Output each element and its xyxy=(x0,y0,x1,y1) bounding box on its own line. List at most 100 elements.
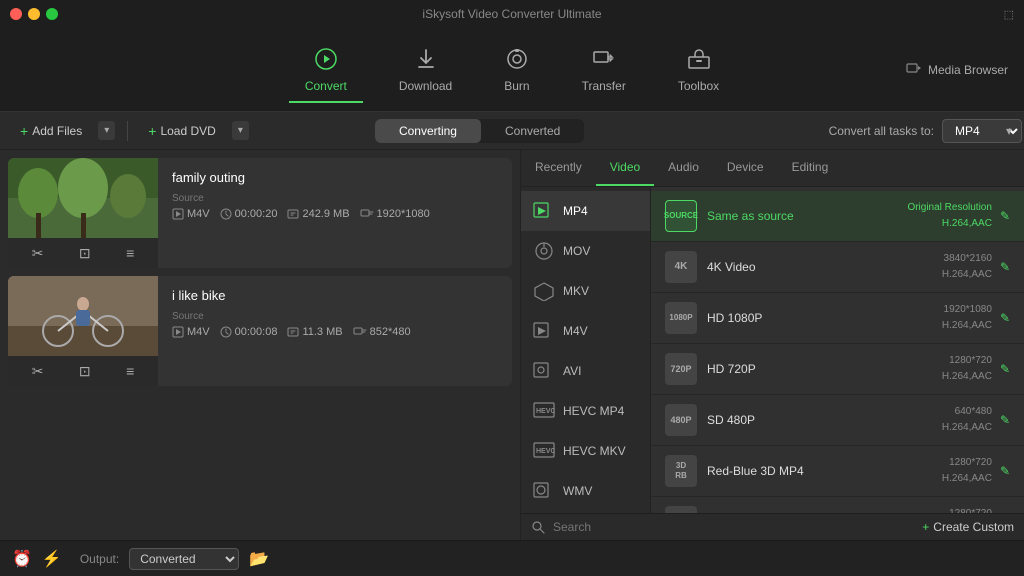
convert-all-label: Convert all tasks to: xyxy=(829,124,934,138)
source-label-2: Source xyxy=(172,311,498,322)
burn-icon xyxy=(505,47,529,75)
format-res-line1-6: 1280*720 xyxy=(942,506,992,513)
video-title-2: i like bike xyxy=(172,288,498,303)
nav-label-burn: Burn xyxy=(504,79,529,93)
format-option-1080p[interactable]: 1080P HD 1080P 1920*1080 H.264,AAC ✎ xyxy=(651,293,1024,344)
format-opt-left-1: 4K 4K Video xyxy=(665,251,756,283)
close-button[interactable] xyxy=(10,8,22,20)
sidebar-mp4[interactable]: MP4 xyxy=(521,191,650,231)
add-files-button[interactable]: + Add Files xyxy=(12,119,90,143)
window-icon-area: ⬚ xyxy=(1004,8,1014,21)
nav-item-convert[interactable]: Convert xyxy=(289,39,363,101)
size-value-2: 11.3 MB xyxy=(302,326,342,338)
format-res-line2-5: H.264,AAC xyxy=(942,471,992,487)
output-select[interactable]: Converted Custom... xyxy=(129,548,239,570)
format-res-line1-1: 3840*2160 xyxy=(942,251,992,267)
sidebar-m4v[interactable]: M4V xyxy=(521,311,650,351)
crop-icon-2[interactable]: ⊡ xyxy=(79,363,91,380)
sidebar-hevc-mp4[interactable]: HEVC HEVC MP4 xyxy=(521,391,650,431)
minimize-button[interactable] xyxy=(28,8,40,20)
maximize-button[interactable] xyxy=(46,8,58,20)
format-option-3d-lr[interactable]: 3DLR Left-Right 3D MP4 1280*720 H.264,AA… xyxy=(651,497,1024,513)
sidebar-mkv-label: MKV xyxy=(563,284,589,298)
sidebar-mkv[interactable]: MKV xyxy=(521,271,650,311)
edit-icon-5[interactable]: ✎ xyxy=(1000,464,1010,478)
format-res-line2-4: H.264,AAC xyxy=(942,420,992,436)
output-label: Output: xyxy=(80,552,119,566)
format-opt-name-2: HD 1080P xyxy=(707,311,762,325)
edit-icon-2[interactable]: ✎ xyxy=(1000,311,1010,325)
search-icon xyxy=(531,520,545,534)
format-opt-name-5: Red-Blue 3D MP4 xyxy=(707,464,804,478)
media-browser-button[interactable]: Media Browser xyxy=(906,63,1008,77)
nav-item-transfer[interactable]: Transfer xyxy=(566,39,642,101)
sidebar-wmv[interactable]: WMV xyxy=(521,471,650,511)
bottom-bar: ⏰ ⚡ Output: Converted Custom... 📂 xyxy=(0,540,1024,576)
tab-recently[interactable]: Recently xyxy=(521,150,596,186)
size-value-1: 242.9 MB xyxy=(302,208,349,220)
load-dvd-button[interactable]: + Load DVD xyxy=(140,119,224,143)
meta-resolution-2: 852*480 xyxy=(353,326,411,338)
tab-editing[interactable]: Editing xyxy=(778,150,843,186)
format-opt-name-3: HD 720P xyxy=(707,362,756,376)
tab-device[interactable]: Device xyxy=(713,150,778,186)
sidebar-mov[interactable]: MOV xyxy=(521,231,650,271)
meta-duration-1: 00:00:20 xyxy=(220,208,278,220)
nav-item-download[interactable]: Download xyxy=(383,39,468,101)
duration-value-1: 00:00:20 xyxy=(235,208,278,220)
format-list: SOURCE Same as source Original Resolutio… xyxy=(651,187,1024,513)
settings-icon-1[interactable]: ≡ xyxy=(126,245,134,261)
toolbox-icon xyxy=(687,47,711,75)
crop-icon-1[interactable]: ⊡ xyxy=(79,245,91,262)
clock-icon[interactable]: ⏰ xyxy=(12,549,32,569)
tab-converted[interactable]: Converted xyxy=(481,119,584,143)
load-dvd-dropdown[interactable]: ▾ xyxy=(232,121,249,140)
format-option-720p[interactable]: 720P HD 720P 1280*720 H.264,AAC ✎ xyxy=(651,344,1024,395)
scissors-icon-1[interactable]: ✂ xyxy=(32,245,44,262)
tab-video[interactable]: Video xyxy=(596,150,654,186)
format-opt-icon-2: 1080P xyxy=(665,302,697,334)
mkv-icon xyxy=(533,280,555,302)
create-custom-button[interactable]: + Create Custom xyxy=(922,520,1014,534)
format-option-same-source[interactable]: SOURCE Same as source Original Resolutio… xyxy=(651,191,1024,242)
add-files-dropdown[interactable]: ▾ xyxy=(98,121,115,140)
media-browser-icon xyxy=(906,63,922,77)
edit-icon-1[interactable]: ✎ xyxy=(1000,260,1010,274)
edit-icon-0[interactable]: ✎ xyxy=(1000,209,1010,223)
nav-item-toolbox[interactable]: Toolbox xyxy=(662,39,735,101)
transfer-icon xyxy=(592,47,616,75)
folder-icon[interactable]: 📂 xyxy=(249,549,269,569)
tab-converting[interactable]: Converting xyxy=(375,119,481,143)
tab-audio[interactable]: Audio xyxy=(654,150,713,186)
format-option-480p[interactable]: 480P SD 480P 640*480 H.264,AAC ✎ xyxy=(651,395,1024,446)
sidebar-avi[interactable]: AVI xyxy=(521,351,650,391)
nav-label-download: Download xyxy=(399,79,452,93)
nav-item-burn[interactable]: Burn xyxy=(488,39,545,101)
size-icon-1 xyxy=(287,208,299,220)
meta-duration-2: 00:00:08 xyxy=(220,326,278,338)
title-bar: iSkysoft Video Converter Ultimate ⬚ xyxy=(0,0,1024,28)
resolution-icon-2 xyxy=(353,327,367,337)
format-opt-left-4: 480P SD 480P xyxy=(665,404,755,436)
format-value-2: M4V xyxy=(187,326,210,338)
format-sidebar: MP4 MOV MKV xyxy=(521,187,651,513)
load-dvd-label: Load DVD xyxy=(160,124,215,138)
format-opt-right-1: 3840*2160 H.264,AAC ✎ xyxy=(942,251,1010,283)
hevc-mp4-icon: HEVC xyxy=(533,400,555,422)
video-meta-2: M4V 00:00:08 11.3 MB 852*480 xyxy=(172,326,498,338)
format-option-4k[interactable]: 4K 4K Video 3840*2160 H.264,AAC ✎ xyxy=(651,242,1024,293)
search-input[interactable] xyxy=(553,520,914,534)
sidebar-hevc-mkv-label: HEVC MKV xyxy=(563,444,626,458)
format-option-3d-rb[interactable]: 3DRB Red-Blue 3D MP4 1280*720 H.264,AAC … xyxy=(651,446,1024,497)
meta-resolution-1: 1920*1080 xyxy=(360,208,430,220)
lightning-icon[interactable]: ⚡ xyxy=(42,549,62,569)
meta-size-1: 242.9 MB xyxy=(287,208,349,220)
edit-icon-4[interactable]: ✎ xyxy=(1000,413,1010,427)
format-select[interactable]: MP4 MOV MKV AVI xyxy=(942,119,1022,143)
sidebar-wmv-label: WMV xyxy=(563,484,592,498)
edit-icon-3[interactable]: ✎ xyxy=(1000,362,1010,376)
format-opt-icon-3: 720P xyxy=(665,353,697,385)
scissors-icon-2[interactable]: ✂ xyxy=(32,363,44,380)
settings-icon-2[interactable]: ≡ xyxy=(126,363,134,379)
sidebar-hevc-mkv[interactable]: HEVC HEVC MKV xyxy=(521,431,650,471)
